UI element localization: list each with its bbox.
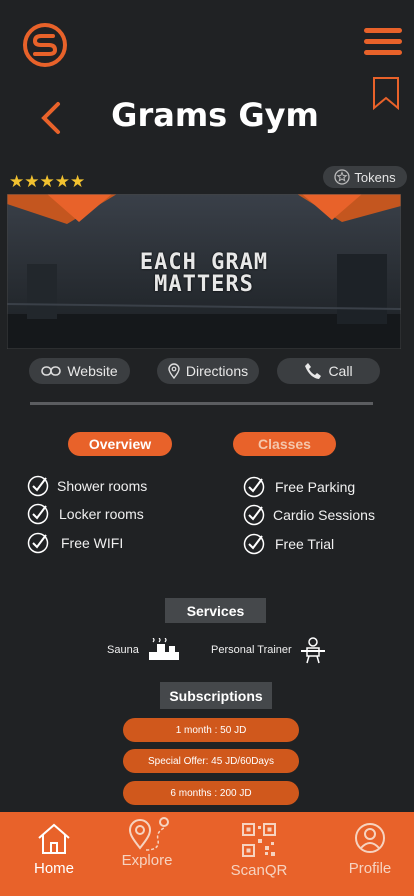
service-personal-trainer: Personal Trainer xyxy=(211,636,326,664)
feature-item: Shower rooms xyxy=(27,475,147,497)
tab-classes[interactable]: Classes xyxy=(233,432,336,456)
nav-home[interactable]: Home xyxy=(9,812,99,896)
page-title: Grams Gym xyxy=(111,96,319,134)
check-circle-icon xyxy=(27,475,49,497)
nav-home-label: Home xyxy=(33,860,74,877)
directions-button[interactable]: Directions xyxy=(157,358,259,384)
qr-code-icon xyxy=(242,823,276,857)
feature-item: Locker rooms xyxy=(27,503,144,525)
website-label: Website xyxy=(67,363,118,379)
service-sauna: Sauna xyxy=(107,638,181,662)
nav-explore[interactable]: Explore xyxy=(102,812,192,896)
nav-scanqr[interactable]: ScanQR xyxy=(214,812,304,896)
call-button[interactable]: Call xyxy=(277,358,380,384)
subscription-plan[interactable]: 1 month : 50 JD xyxy=(123,718,299,742)
tokens-button[interactable]: Tokens xyxy=(323,166,407,188)
call-label: Call xyxy=(328,363,353,379)
check-circle-icon xyxy=(27,503,49,525)
hamburger-menu-icon[interactable] xyxy=(364,28,402,56)
service-label: Sauna xyxy=(107,644,139,656)
profile-icon xyxy=(355,823,385,853)
feature-label: Locker rooms xyxy=(59,506,144,522)
check-circle-icon xyxy=(27,532,49,554)
phone-icon xyxy=(305,363,322,379)
bottom-nav: Home Explore ScanQR Profile xyxy=(0,812,414,896)
feature-label: Shower rooms xyxy=(57,478,148,494)
nav-profile[interactable]: Profile xyxy=(325,812,414,896)
subscription-plan[interactable]: 6 months : 200 JD xyxy=(123,781,299,805)
nav-profile-label: Profile xyxy=(348,860,392,877)
subscriptions-heading: Subscriptions xyxy=(160,682,272,709)
check-circle-icon xyxy=(243,476,265,498)
check-circle-icon xyxy=(243,533,265,555)
nav-explore-label: Explore xyxy=(121,852,173,869)
feature-label: Free Parking xyxy=(275,479,356,495)
service-label: Personal Trainer xyxy=(211,644,292,656)
services-heading: Services xyxy=(165,598,266,623)
tokens-label: Tokens xyxy=(354,169,396,185)
feature-item: Free Parking xyxy=(243,476,355,498)
website-button[interactable]: Website xyxy=(29,358,130,384)
section-divider xyxy=(30,402,373,405)
feature-item: Cardio Sessions xyxy=(243,504,375,526)
nav-scanqr-label: ScanQR xyxy=(230,862,288,879)
location-pin-icon xyxy=(168,363,180,379)
directions-label: Directions xyxy=(185,363,249,379)
tab-overview[interactable]: Overview xyxy=(68,432,172,456)
link-icon xyxy=(41,366,62,376)
gym-banner-image: EACH GRAM MATTERS xyxy=(7,194,401,349)
star-coin-icon xyxy=(334,169,351,185)
feature-label: Free WIFI xyxy=(61,535,124,551)
banner-line-1: EACH GRAM xyxy=(139,250,269,275)
rating-stars: ★★★★★ xyxy=(9,172,86,191)
feature-item: Free WIFI xyxy=(27,532,123,554)
home-icon xyxy=(38,823,70,854)
map-route-icon xyxy=(128,817,169,851)
check-circle-icon xyxy=(243,504,265,526)
logo-icon xyxy=(23,23,67,67)
feature-label: Free Trial xyxy=(275,536,335,552)
feature-item: Free Trial xyxy=(243,533,334,555)
subscription-plan[interactable]: Special Offer: 45 JD/60Days xyxy=(123,749,299,773)
trainer-icon xyxy=(300,637,325,664)
sauna-icon xyxy=(148,638,179,660)
feature-label: Cardio Sessions xyxy=(273,507,375,523)
banner-line-2: MATTERS xyxy=(154,272,254,297)
